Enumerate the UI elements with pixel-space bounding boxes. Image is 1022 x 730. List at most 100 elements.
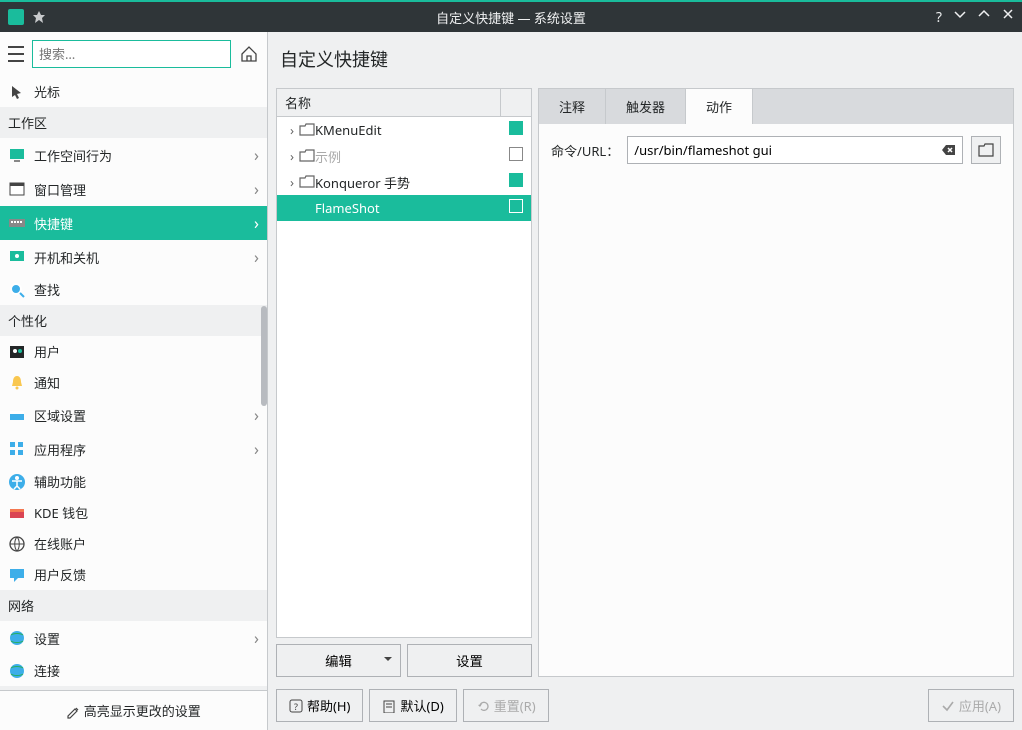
tree-row-checkbox[interactable] (501, 199, 531, 217)
tree-row-label: FlameShot (315, 199, 501, 217)
tree-header-check[interactable] (501, 89, 531, 116)
tab-content-action: 命令/URL： (539, 124, 1013, 676)
tree-row[interactable]: FlameShot (277, 195, 531, 221)
sidebar-item-label: 设置 (34, 629, 60, 648)
region-icon (8, 406, 26, 424)
sidebar-item-label: 窗口管理 (34, 180, 86, 199)
sidebar-item[interactable]: 连接 (0, 655, 267, 686)
help-icon[interactable]: ? (936, 8, 942, 27)
sidebar-item[interactable]: 设置 (0, 621, 267, 655)
content-area: 自定义快捷键 名称 ›KMenuEdit›示例›Konqueror 手势Flam… (268, 32, 1022, 730)
tree-row-checkbox[interactable] (501, 121, 531, 139)
sidebar-item-label: 光标 (34, 82, 60, 101)
bell-icon (8, 374, 26, 392)
tree-row[interactable]: › Konqueror 手势 (277, 169, 531, 195)
svg-text:?: ? (294, 700, 298, 713)
tree-settings-button[interactable]: 设置 (407, 644, 532, 677)
feedback-icon (8, 566, 26, 584)
sidebar-item[interactable]: 应用程序 (0, 432, 267, 466)
command-label: 命令/URL： (551, 141, 619, 160)
browse-button[interactable] (971, 136, 1001, 164)
app-icon (8, 9, 24, 25)
sidebar: 光标 工作区工作空间行为窗口管理快捷键开机和关机查找个性化用户通知区域设置应用程… (0, 32, 268, 730)
home-icon[interactable] (239, 44, 259, 64)
tree-body: ›KMenuEdit›示例›Konqueror 手势FlameShot (277, 117, 531, 637)
expand-icon[interactable]: › (285, 147, 299, 165)
maximize-icon[interactable] (978, 8, 990, 27)
help-button[interactable]: ? 帮助(H) (276, 689, 363, 722)
sidebar-item[interactable]: 工作空间行为 (0, 138, 267, 172)
hamburger-icon[interactable] (8, 46, 24, 62)
sidebar-item[interactable]: 区域设置 (0, 398, 267, 432)
tree-row[interactable]: › 示例 (277, 143, 531, 169)
clear-input-icon[interactable] (942, 144, 956, 156)
tab-action[interactable]: 动作 (686, 89, 753, 124)
sidebar-category: 工作区 (0, 107, 267, 138)
tree-row-checkbox[interactable] (501, 147, 531, 165)
sidebar-item-label: 开机和关机 (34, 248, 99, 267)
expand-icon[interactable]: › (285, 173, 299, 191)
sidebar-item[interactable]: 通知 (0, 367, 267, 398)
sidebar-list: 光标 工作区工作空间行为窗口管理快捷键开机和关机查找个性化用户通知区域设置应用程… (0, 76, 267, 690)
users-icon (8, 343, 26, 361)
sidebar-item[interactable]: 辅助功能 (0, 466, 267, 497)
edit-dropdown-button[interactable]: 编辑 (276, 644, 401, 677)
tree-header-name[interactable]: 名称 (277, 89, 501, 116)
workspace-icon (8, 146, 26, 164)
sidebar-item[interactable]: 用户 (0, 336, 267, 367)
expand-icon[interactable]: › (285, 121, 299, 139)
minimize-icon[interactable] (954, 8, 966, 27)
scrollbar[interactable] (261, 306, 267, 406)
command-input[interactable] (634, 141, 942, 159)
sidebar-item-label: 查找 (34, 280, 60, 299)
sidebar-item-label: 工作空间行为 (34, 146, 112, 165)
sidebar-item-label: KDE 钱包 (34, 503, 88, 522)
sidebar-category: 个性化 (0, 305, 267, 336)
sidebar-item[interactable]: 用户反馈 (0, 559, 267, 590)
defaults-button[interactable]: 默认(D) (369, 689, 456, 722)
tree-row-checkbox[interactable] (501, 173, 531, 191)
net-icon (8, 629, 26, 647)
tabs: 注释 触发器 动作 (539, 89, 1013, 124)
window-title: 自定义快捷键 — 系统设置 (0, 8, 1022, 27)
cursor-icon (8, 83, 26, 101)
close-icon[interactable] (1002, 8, 1014, 27)
tab-trigger[interactable]: 触发器 (606, 89, 686, 124)
titlebar: 自定义快捷键 — 系统设置 ? (0, 0, 1022, 32)
sidebar-item-label: 辅助功能 (34, 472, 86, 491)
sidebar-footer-label: 高亮显示更改的设置 (84, 702, 201, 720)
pin-icon[interactable] (32, 10, 46, 24)
sidebar-category: 系统管理 (0, 686, 267, 690)
tab-comment[interactable]: 注释 (539, 89, 606, 124)
power-icon (8, 248, 26, 266)
tree-row-label: 示例 (315, 147, 501, 166)
window-icon (8, 180, 26, 198)
sidebar-item[interactable]: 开机和关机 (0, 240, 267, 274)
a11y-icon (8, 473, 26, 491)
sidebar-item-cursor[interactable]: 光标 (0, 76, 267, 107)
tree-row-label: Konqueror 手势 (315, 173, 501, 192)
sidebar-item[interactable]: KDE 钱包 (0, 497, 267, 528)
tree-panel: 名称 ›KMenuEdit›示例›Konqueror 手势FlameShot 编… (276, 88, 532, 677)
folder-icon (299, 123, 315, 137)
reset-button: 重置(R) (463, 689, 549, 722)
net-icon (8, 662, 26, 680)
sidebar-item-label: 连接 (34, 661, 60, 680)
sidebar-item[interactable]: 在线账户 (0, 528, 267, 559)
sidebar-item[interactable]: 窗口管理 (0, 172, 267, 206)
wallet-icon (8, 504, 26, 522)
apply-button: 应用(A) (928, 689, 1014, 722)
highlight-changes-button[interactable]: 高亮显示更改的设置 (0, 690, 267, 730)
sidebar-item[interactable]: 快捷键 (0, 206, 267, 240)
sidebar-item-label: 快捷键 (34, 214, 73, 233)
apps-icon (8, 440, 26, 458)
sidebar-item-label: 用户 (34, 342, 60, 361)
keyboard-icon (8, 214, 26, 232)
folder-icon (299, 149, 315, 163)
bottom-bar: ? 帮助(H) 默认(D) 重置(R) 应用(A) (276, 683, 1014, 722)
tree-row[interactable]: ›KMenuEdit (277, 117, 531, 143)
search-icon (8, 281, 26, 299)
search-input[interactable] (32, 40, 231, 68)
sidebar-category: 网络 (0, 590, 267, 621)
sidebar-item[interactable]: 查找 (0, 274, 267, 305)
